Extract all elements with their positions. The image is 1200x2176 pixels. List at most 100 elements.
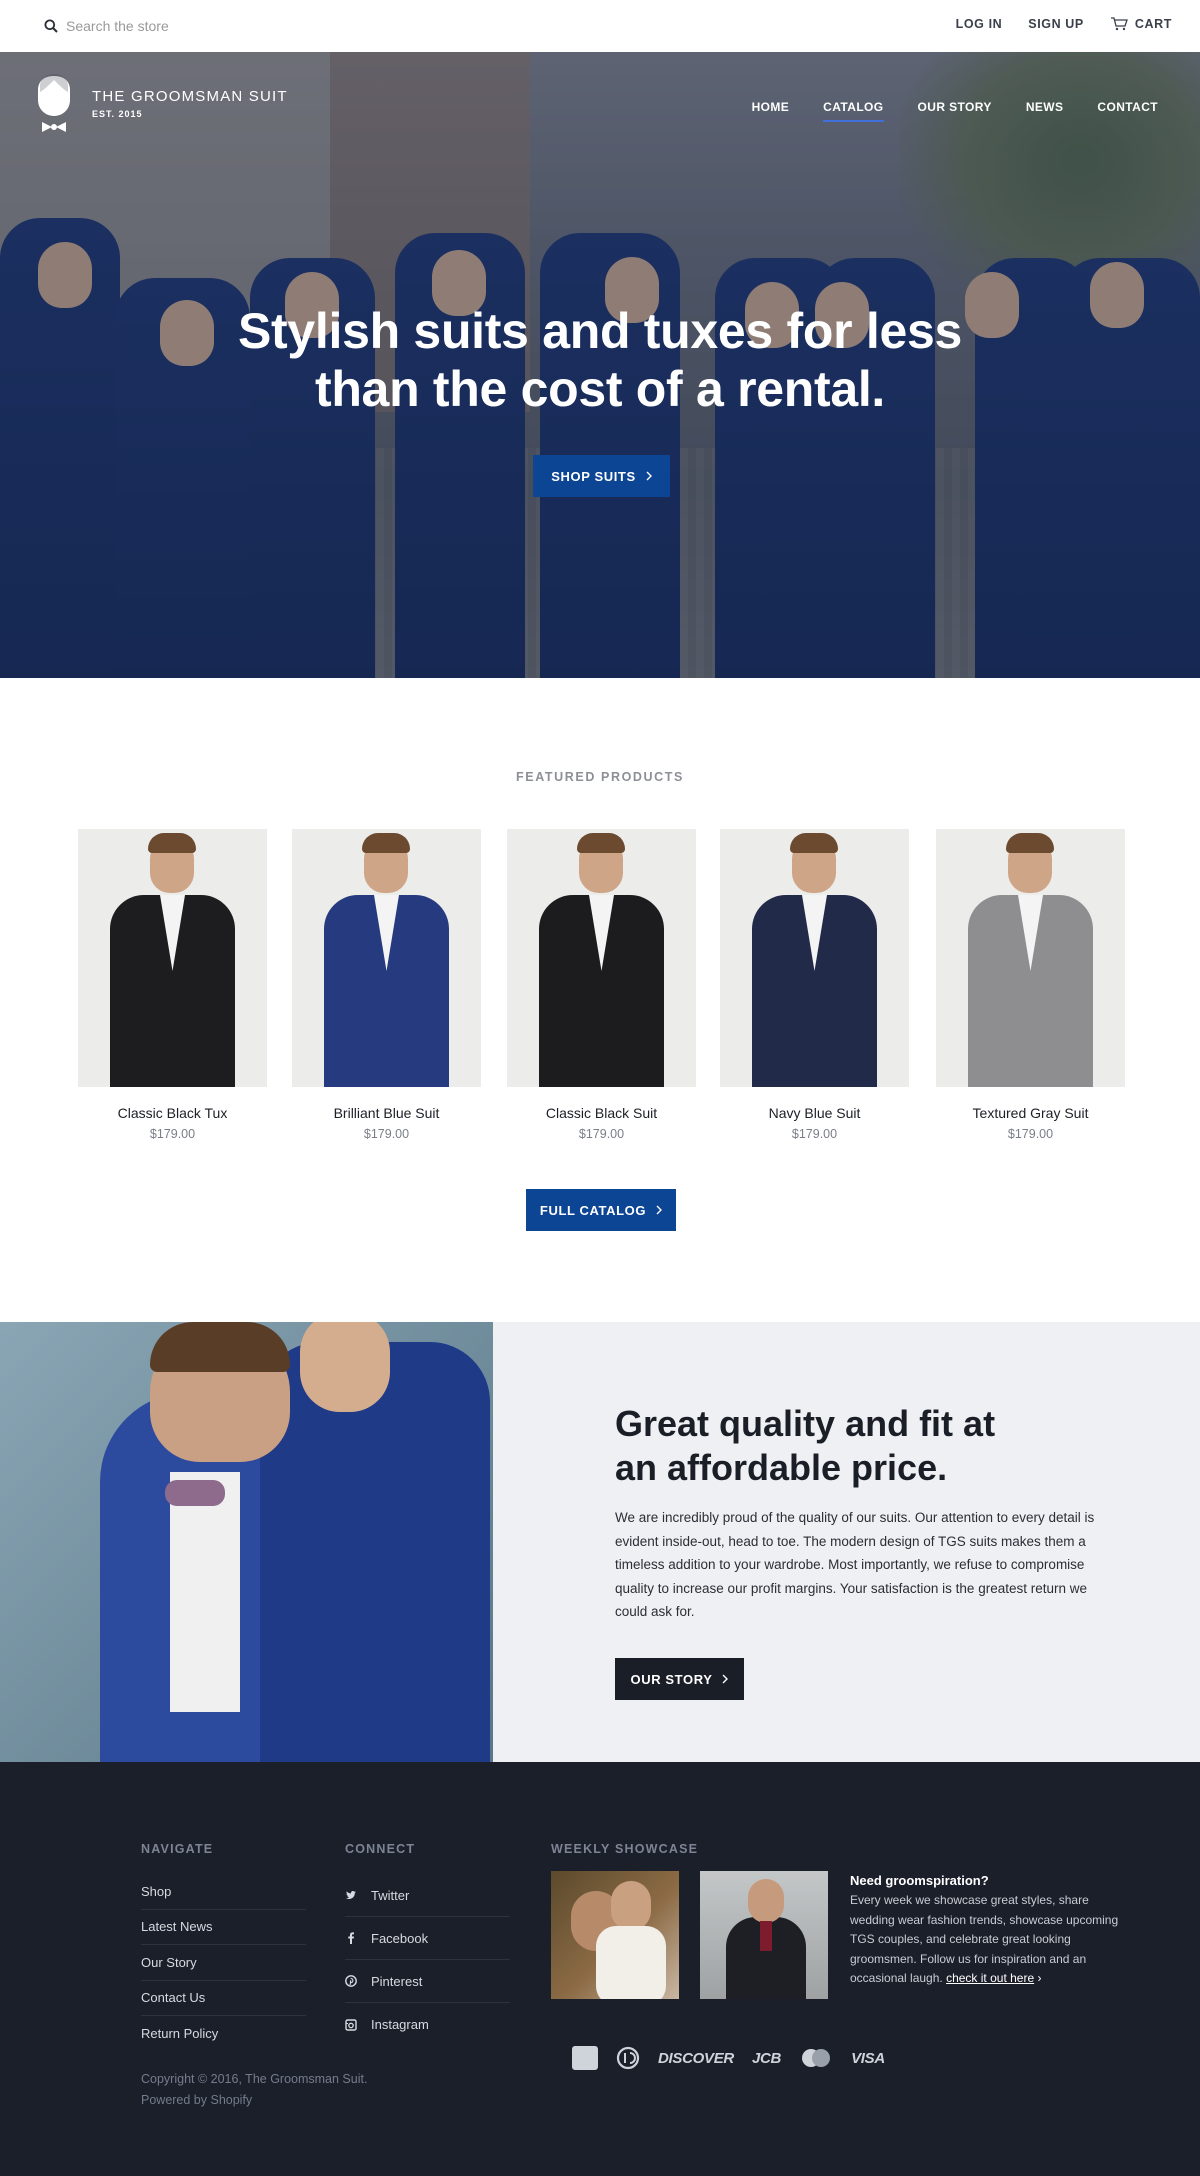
powered-by-text: Powered by Shopify bbox=[141, 2093, 253, 2107]
footer-connect-title: CONNECT bbox=[345, 1842, 416, 1856]
our-story-button[interactable]: OUR STORY bbox=[615, 1658, 744, 1700]
product-price: $179.00 bbox=[363, 1127, 410, 1141]
product-model-hair bbox=[362, 833, 410, 853]
product-price: $179.00 bbox=[578, 1127, 625, 1141]
pinterest-label: Pinterest bbox=[371, 1973, 423, 1989]
product-model-hair bbox=[148, 833, 196, 853]
hero-headline-line: Stylish suits and tuxes for less bbox=[238, 303, 962, 359]
quality-heading: Great quality and fit at an affordable p… bbox=[615, 1402, 1075, 1490]
photo-bow-tie bbox=[165, 1480, 225, 1506]
footer-link-pinterest[interactable]: Pinterest bbox=[345, 1960, 510, 2003]
product-card[interactable]: Brilliant Blue Suit $179.00 bbox=[292, 829, 481, 1141]
showcase-face bbox=[748, 1879, 784, 1923]
nav-our-story[interactable]: OUR STORY bbox=[918, 100, 992, 122]
payment-icons: DISCOVER JCB VISA bbox=[572, 2046, 885, 2070]
quality-section: Great quality and fit at an affordable p… bbox=[0, 1322, 1200, 1762]
showcase-image-couple[interactable] bbox=[551, 1871, 679, 1999]
showcase-shirt bbox=[596, 1926, 666, 1999]
quality-body: We are incredibly proud of the quality o… bbox=[615, 1510, 1095, 1619]
brand-name: THE GROOMSMAN SUIT bbox=[92, 87, 288, 105]
product-image[interactable] bbox=[936, 829, 1125, 1087]
nav-news[interactable]: NEWS bbox=[1026, 100, 1064, 122]
product-image[interactable] bbox=[292, 829, 481, 1087]
product-image[interactable] bbox=[720, 829, 909, 1087]
cart-link[interactable]: CART bbox=[1110, 17, 1172, 31]
chevron-right-icon: › bbox=[1037, 1971, 1042, 1985]
instagram-icon bbox=[345, 2018, 357, 2031]
pinterest-icon bbox=[345, 1975, 357, 1987]
nav-catalog[interactable]: CATALOG bbox=[823, 100, 884, 122]
discover-icon: DISCOVER bbox=[658, 2049, 734, 2067]
footer-link-instagram[interactable]: Instagram bbox=[345, 2003, 510, 2046]
signup-label: SIGN UP bbox=[1028, 17, 1084, 31]
diners-club-icon bbox=[616, 2046, 640, 2070]
full-catalog-button[interactable]: FULL CATALOG bbox=[526, 1189, 676, 1231]
product-card[interactable]: Classic Black Tux $179.00 bbox=[78, 829, 267, 1141]
top-bar: LOG IN SIGN UP CART bbox=[0, 0, 1200, 52]
footer-link-shop[interactable]: Shop bbox=[141, 1874, 306, 1910]
login-link[interactable]: LOG IN bbox=[956, 17, 1003, 31]
quality-heading-line: Great quality and fit at bbox=[615, 1403, 996, 1444]
jcb-icon: JCB bbox=[751, 2049, 782, 2067]
facebook-label: Facebook bbox=[371, 1930, 429, 1946]
showcase-face bbox=[611, 1881, 651, 1931]
showcase-link[interactable]: check it out here bbox=[946, 1971, 1034, 1985]
product-name[interactable]: Brilliant Blue Suit bbox=[292, 1105, 481, 1121]
copyright: Copyright © 2016, The Groomsman Suit. Po… bbox=[141, 2069, 367, 2111]
facebook-icon bbox=[348, 1932, 354, 1944]
product-name[interactable]: Classic Black Suit bbox=[507, 1105, 696, 1121]
product-price: $179.00 bbox=[1007, 1127, 1054, 1141]
photo-shirt bbox=[170, 1472, 240, 1712]
footer-link-twitter[interactable]: Twitter bbox=[345, 1874, 510, 1917]
product-price: $179.00 bbox=[149, 1127, 196, 1141]
photo-hair bbox=[150, 1322, 290, 1372]
signup-link[interactable]: SIGN UP bbox=[1028, 17, 1084, 31]
main-nav: HOME CATALOG OUR STORY NEWS CONTACT bbox=[752, 100, 1158, 122]
amex-icon bbox=[572, 2046, 598, 2070]
search-icon bbox=[44, 19, 58, 33]
showcase-image-groom[interactable] bbox=[700, 1871, 828, 1999]
showcase-description: Need groomspiration? Every week we showc… bbox=[850, 1873, 1130, 1989]
product-card[interactable]: Navy Blue Suit $179.00 bbox=[720, 829, 909, 1141]
footer-link-contact-us[interactable]: Contact Us bbox=[141, 1981, 306, 2016]
twitter-label: Twitter bbox=[371, 1887, 410, 1903]
showcase-tie bbox=[760, 1921, 772, 1951]
cart-icon bbox=[1110, 17, 1128, 31]
product-card[interactable]: Classic Black Suit $179.00 bbox=[507, 829, 696, 1141]
login-label: LOG IN bbox=[955, 17, 1003, 31]
nav-home[interactable]: HOME bbox=[752, 100, 790, 122]
product-image[interactable] bbox=[507, 829, 696, 1087]
nav-contact[interactable]: CONTACT bbox=[1097, 100, 1158, 122]
photo-face bbox=[300, 1322, 390, 1412]
footer-navigate-title: NAVIGATE bbox=[141, 1842, 214, 1856]
product-model-hair bbox=[577, 833, 625, 853]
product-image[interactable] bbox=[78, 829, 267, 1087]
footer-link-facebook[interactable]: Facebook bbox=[345, 1917, 510, 1960]
showcase-heading: Need groomspiration? bbox=[850, 1873, 989, 1888]
quality-heading-line: an affordable price. bbox=[615, 1447, 948, 1488]
chevron-right-icon bbox=[722, 1674, 729, 1684]
site-footer: NAVIGATE Shop Latest News Our Story Cont… bbox=[0, 1762, 1200, 2176]
groomsman-logo-icon bbox=[38, 74, 70, 132]
visa-icon: VISA bbox=[851, 2049, 885, 2067]
copyright-text: Copyright © 2016, The Groomsman Suit. bbox=[141, 2072, 368, 2086]
footer-link-our-story[interactable]: Our Story bbox=[141, 1945, 306, 1981]
product-card[interactable]: Textured Gray Suit $179.00 bbox=[936, 829, 1125, 1141]
footer-showcase-title: WEEKLY SHOWCASE bbox=[551, 1842, 699, 1856]
chevron-right-icon bbox=[646, 471, 652, 481]
product-name[interactable]: Classic Black Tux bbox=[78, 1105, 267, 1121]
shop-suits-button[interactable]: SHOP SUITS bbox=[533, 455, 670, 497]
cart-label: CART bbox=[1134, 17, 1172, 31]
search-bar[interactable] bbox=[44, 16, 286, 36]
site-logo[interactable]: THE GROOMSMAN SUIT EST. 2015 bbox=[34, 72, 288, 134]
search-input[interactable] bbox=[66, 18, 286, 34]
hero-headline: Stylish suits and tuxes for less than th… bbox=[0, 302, 1200, 418]
product-name[interactable]: Navy Blue Suit bbox=[720, 1105, 909, 1121]
footer-link-latest-news[interactable]: Latest News bbox=[141, 1910, 306, 1945]
product-model-hair bbox=[790, 833, 838, 853]
full-catalog-label: FULL CATALOG bbox=[539, 1202, 647, 1218]
product-name[interactable]: Textured Gray Suit bbox=[936, 1105, 1125, 1121]
shop-suits-label: SHOP SUITS bbox=[551, 468, 636, 484]
footer-link-return-policy[interactable]: Return Policy bbox=[141, 2016, 306, 2052]
mastercard-icon bbox=[802, 2049, 831, 2067]
